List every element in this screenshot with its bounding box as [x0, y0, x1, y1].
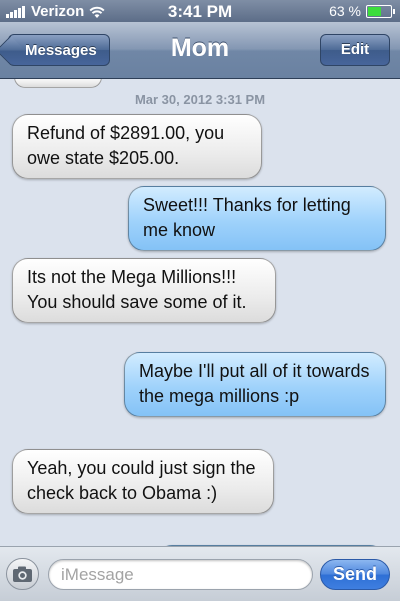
camera-button[interactable]: [6, 558, 39, 590]
battery-fill: [368, 6, 381, 16]
navigation-bar: Messages Mom Edit: [0, 22, 400, 79]
imessage-input[interactable]: iMessage: [48, 559, 313, 590]
camera-icon: [13, 566, 32, 582]
incoming-message[interactable]: Its not the Mega Millions!!! You should …: [12, 258, 276, 323]
send-button[interactable]: Send: [320, 559, 390, 590]
message-timestamp: Mar 30, 2012 3:31 PM: [134, 92, 266, 107]
incoming-message[interactable]: Yeah, you could just sign the check back…: [12, 449, 274, 514]
battery-percent: 63 %: [329, 3, 361, 19]
incoming-message[interactable]: Refund of $2891.00, you owe state $205.0…: [12, 114, 262, 179]
status-right: 63 %: [329, 3, 395, 19]
message-text: Maybe I'll put all of it towards the meg…: [139, 361, 370, 406]
edit-button[interactable]: Edit: [320, 34, 390, 66]
message-text: Sweet!!! Thanks for letting me know: [143, 195, 351, 240]
outgoing-message[interactable]: Sweet!!! Thanks for letting me know: [128, 186, 386, 251]
message-text: Yeah, you could just sign the check back…: [27, 458, 256, 503]
status-bar: Verizon 3:41 PM 63 %: [0, 0, 400, 22]
message-text: Its not the Mega Millions!!! You should …: [27, 267, 247, 312]
previous-message-stub: [14, 79, 102, 88]
outgoing-message[interactable]: Maybe I'll put all of it towards the meg…: [124, 352, 386, 417]
compose-bar: iMessage Send: [0, 546, 400, 601]
message-list[interactable]: Mar 30, 2012 3:31 PM Refund of $2891.00,…: [0, 79, 400, 546]
message-text: Refund of $2891.00, you owe state $205.0…: [27, 123, 225, 168]
battery-icon: [366, 4, 395, 18]
